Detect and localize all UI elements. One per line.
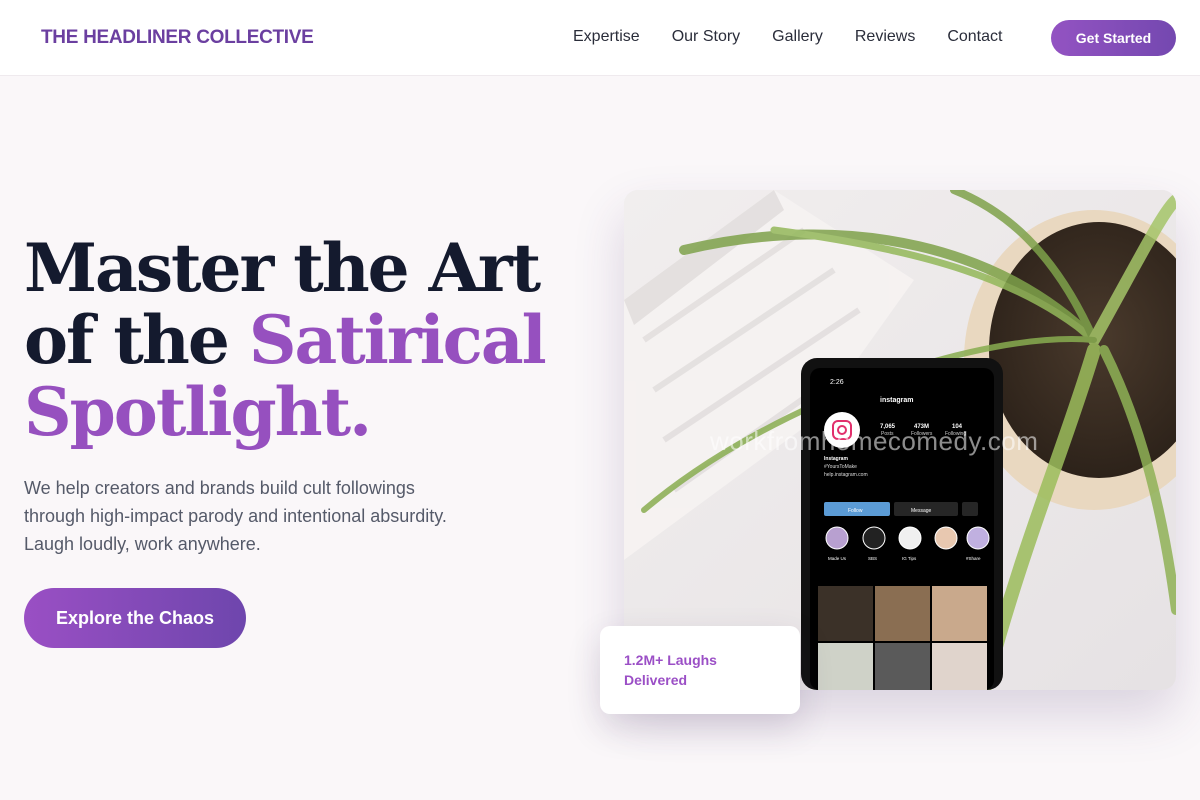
nav-link-our-story[interactable]: Our Story <box>672 27 740 47</box>
highlight-label-5: #Share <box>966 556 981 561</box>
headline-line-2-plain: of the <box>24 301 249 379</box>
phone-time: 2:26 <box>830 379 844 386</box>
explore-chaos-button[interactable]: Explore the Chaos <box>24 588 246 648</box>
headline-accent-spotlight: Spotlight. <box>24 373 372 451</box>
hero-headline: Master the Art of the Satirical Spotligh… <box>24 232 584 448</box>
nav-link-expertise[interactable]: Expertise <box>573 27 640 47</box>
phone-profile-link: help.instagram.com <box>824 472 868 478</box>
get-started-button[interactable]: Get Started <box>1051 20 1176 56</box>
phone-photo-grid <box>818 586 987 690</box>
phone-mockup: 2:26 instagram 7,065 Posts 473M Follower… <box>801 358 1003 690</box>
brand-logo[interactable]: THE HEADLINER COLLECTIVE <box>41 27 314 49</box>
stat-card-text: 1.2M+ Laughs Delivered <box>624 652 717 688</box>
highlight-label-1: Made Us <box>828 556 847 561</box>
hero-subtitle: We help creators and brands build cult f… <box>24 478 447 554</box>
main-nav: Expertise Our Story Gallery Reviews Cont… <box>573 27 1034 47</box>
nav-link-contact[interactable]: Contact <box>947 27 1002 47</box>
phone-follow-button: Follow <box>848 508 863 514</box>
headline-accent-satirical: Satirical <box>248 301 547 379</box>
nav-link-gallery[interactable]: Gallery <box>772 27 823 47</box>
phone-app-title: instagram <box>880 397 913 404</box>
highlight-label-2: SBS <box>868 556 877 561</box>
nav-link-reviews[interactable]: Reviews <box>855 27 915 47</box>
headline-line-1: Master the Art <box>24 229 541 307</box>
stat-card: 1.2M+ Laughs Delivered <box>600 626 800 714</box>
image-watermark: workfromhomecomedy.com <box>710 426 1039 456</box>
hero-image: 2:26 instagram 7,065 Posts 473M Follower… <box>624 190 1176 690</box>
site-header: THE HEADLINER COLLECTIVE Expertise Our S… <box>0 0 1200 76</box>
highlight-label-3: IG Tips <box>902 556 917 561</box>
phone-message-button: Message <box>911 508 932 514</box>
phone-profile-tag: #YoursToMake <box>824 464 857 470</box>
